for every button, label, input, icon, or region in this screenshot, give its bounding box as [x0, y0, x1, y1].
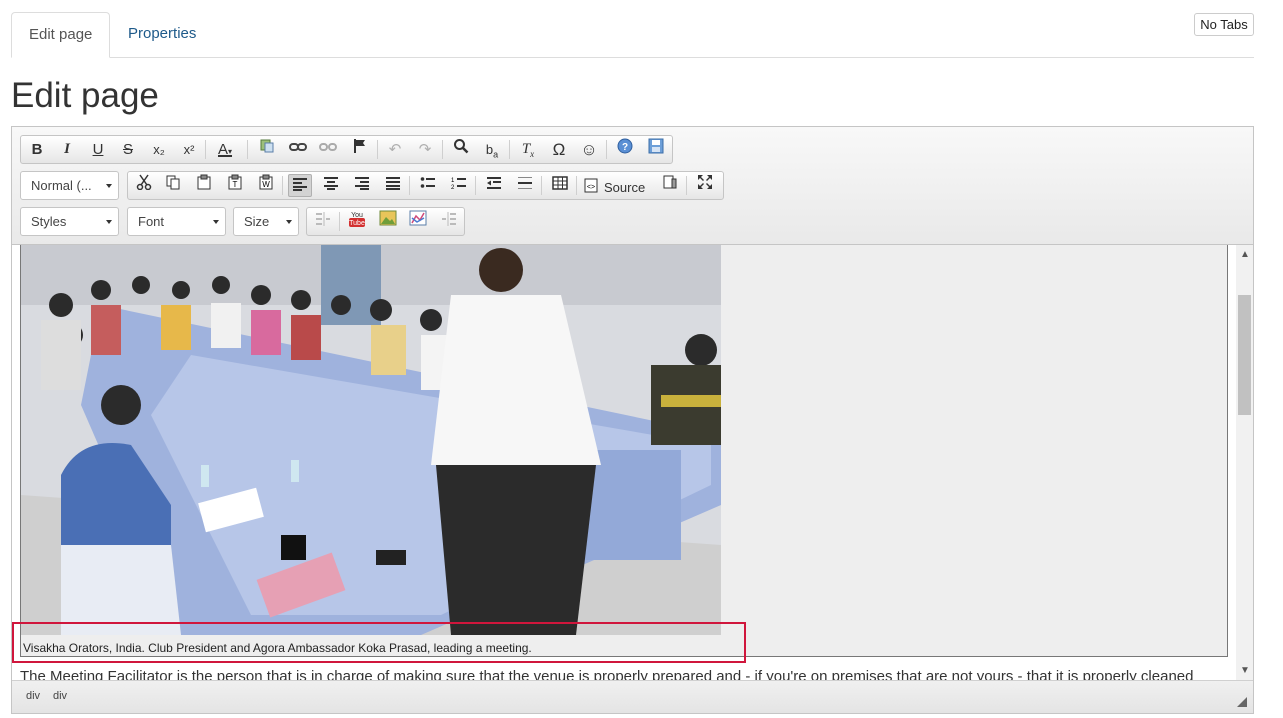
- link-icon[interactable]: [286, 138, 310, 161]
- strikethrough-icon[interactable]: S: [116, 138, 140, 161]
- meeting-photo[interactable]: [21, 245, 721, 635]
- caption-highlight-box: [12, 622, 746, 663]
- replace-icon[interactable]: ba: [480, 138, 504, 161]
- chart-image-icon[interactable]: [406, 210, 430, 233]
- editor-statusbar: div div: [12, 680, 1253, 713]
- editor-scrollbar[interactable]: ▲ ▼: [1236, 245, 1253, 680]
- image-icon[interactable]: [376, 210, 400, 233]
- indent-block-icon[interactable]: [311, 210, 335, 233]
- svg-text:?: ?: [622, 142, 628, 153]
- remove-format-icon[interactable]: Tx: [516, 138, 540, 161]
- bold-icon[interactable]: B: [25, 138, 49, 161]
- help-icon[interactable]: ?: [613, 138, 637, 161]
- paste-text-icon[interactable]: T: [223, 174, 247, 197]
- svg-text:<>: <>: [587, 184, 595, 191]
- align-right-icon[interactable]: [350, 174, 374, 197]
- cut-icon[interactable]: [132, 174, 156, 197]
- source-button[interactable]: <> Source: [582, 174, 652, 197]
- italic-icon[interactable]: I: [55, 138, 79, 161]
- unlink-icon[interactable]: [316, 138, 340, 161]
- size-select[interactable]: Size: [233, 207, 299, 236]
- scroll-up-arrow-icon[interactable]: ▲: [1240, 249, 1250, 260]
- tab-bar: Edit page Properties: [11, 12, 1254, 58]
- svg-text:Tube: Tube: [349, 220, 365, 227]
- svg-text:T: T: [233, 180, 238, 189]
- numbered-list-icon[interactable]: 12: [447, 174, 471, 197]
- redo-icon[interactable]: ↷: [413, 138, 437, 161]
- toolbar-group-edit: T W 12 <> Source: [127, 171, 724, 200]
- table-icon[interactable]: [548, 174, 572, 197]
- align-left-icon[interactable]: [288, 174, 312, 197]
- page-title: Edit page: [11, 76, 159, 115]
- templates-icon[interactable]: [658, 174, 682, 197]
- superscript-icon[interactable]: x²: [177, 138, 201, 161]
- editor-content[interactable]: Visakha Orators, India. Club President a…: [12, 245, 1236, 680]
- svg-text:2: 2: [451, 185, 455, 190]
- find-icon[interactable]: [449, 138, 473, 161]
- outdent-icon[interactable]: [482, 174, 506, 197]
- smiley-icon[interactable]: ☺: [577, 138, 601, 161]
- no-tabs-button[interactable]: No Tabs: [1194, 13, 1254, 36]
- subscript-icon[interactable]: x₂: [147, 138, 171, 161]
- toolbar-group-media: You Tube: [306, 207, 465, 236]
- align-center-icon[interactable]: [319, 174, 343, 197]
- rich-text-editor: B I U S x₂ x² A▾ ↶ ↷ ba Tx Ω ☺ ? Normal …: [11, 126, 1254, 714]
- scroll-down-arrow-icon[interactable]: ▼: [1240, 665, 1250, 676]
- anchor-flag-icon[interactable]: [348, 138, 372, 161]
- body-paragraph[interactable]: The Meeting Facilitator is the person th…: [20, 668, 1230, 680]
- paste-word-icon[interactable]: W: [254, 174, 278, 197]
- element-path-div-2[interactable]: div: [53, 690, 67, 702]
- maximize-icon[interactable]: [693, 174, 717, 197]
- svg-text:W: W: [262, 180, 270, 189]
- copy-icon[interactable]: [161, 174, 185, 197]
- underline-icon[interactable]: U: [86, 138, 110, 161]
- bulleted-list-icon[interactable]: [416, 174, 440, 197]
- tab-properties[interactable]: Properties: [111, 12, 213, 58]
- resize-handle-icon[interactable]: [1237, 697, 1247, 707]
- format-select[interactable]: Normal (...: [20, 171, 119, 200]
- toolbar-group-basic: B I U S x₂ x² A▾ ↶ ↷ ba Tx Ω ☺ ?: [20, 135, 673, 164]
- svg-text:You: You: [351, 212, 363, 219]
- horizontal-rule-icon[interactable]: [513, 174, 537, 197]
- paste-from-word-icon[interactable]: [255, 138, 279, 161]
- element-path-div-1[interactable]: div: [26, 690, 40, 702]
- special-char-icon[interactable]: Ω: [547, 138, 571, 161]
- text-color-icon[interactable]: A▾: [213, 138, 237, 161]
- scrollbar-thumb[interactable]: [1238, 295, 1251, 415]
- youtube-icon[interactable]: You Tube: [345, 210, 369, 233]
- editor-toolbar: B I U S x₂ x² A▾ ↶ ↷ ba Tx Ω ☺ ? Normal …: [12, 127, 1253, 245]
- tab-edit-page[interactable]: Edit page: [11, 12, 111, 58]
- svg-text:1: 1: [451, 178, 455, 184]
- font-select[interactable]: Font: [127, 207, 226, 236]
- save-icon[interactable]: [644, 138, 668, 161]
- styles-select[interactable]: Styles: [20, 207, 119, 236]
- indent-right-icon[interactable]: [437, 210, 461, 233]
- undo-icon[interactable]: ↶: [383, 138, 407, 161]
- justify-icon[interactable]: [381, 174, 405, 197]
- paste-icon[interactable]: [192, 174, 216, 197]
